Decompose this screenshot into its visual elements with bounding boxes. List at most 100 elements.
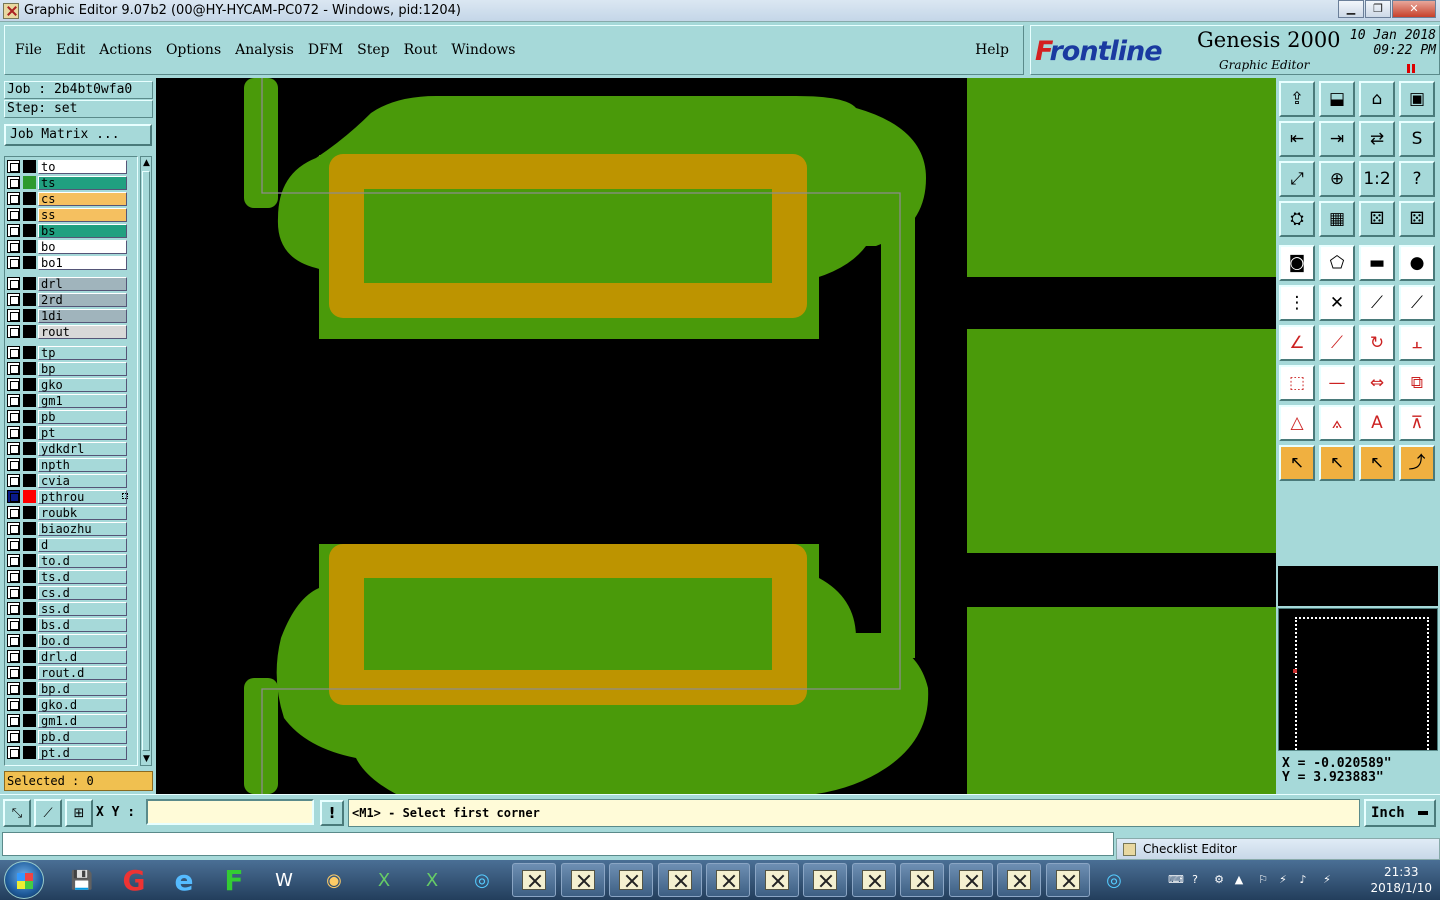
task-window-button[interactable]	[900, 863, 944, 897]
layer-row[interactable]: gko.d	[7, 697, 127, 712]
layer-row[interactable]: bs.d	[7, 617, 127, 632]
layer-name[interactable]: bo.d	[38, 633, 127, 648]
layer-name[interactable]: tp	[38, 345, 127, 360]
power-icon[interactable]: ⚡	[1276, 873, 1290, 887]
layer-color-swatch[interactable]	[23, 682, 36, 695]
layer-color-swatch[interactable]	[23, 698, 36, 711]
layer-checkbox[interactable]	[7, 426, 20, 439]
layer-row[interactable]: pb	[7, 409, 127, 424]
layer-checkbox[interactable]	[7, 490, 20, 503]
maximize-icon[interactable]: ❐	[1365, 0, 1391, 18]
layer-name[interactable]: d	[38, 537, 127, 552]
layer-color-swatch[interactable]	[23, 538, 36, 551]
menu-edit[interactable]: Edit	[56, 42, 85, 58]
speaker-icon[interactable]: ♪	[1296, 873, 1310, 887]
layer-color-swatch[interactable]	[23, 394, 36, 407]
app-f-icon[interactable]: F	[212, 863, 256, 897]
scroll-up-icon[interactable]: ▲	[142, 158, 151, 168]
layer-checkbox[interactable]	[7, 277, 20, 290]
layer-checkbox[interactable]	[7, 362, 20, 375]
menu-analysis[interactable]: Analysis	[235, 42, 294, 58]
layer-checkbox[interactable]	[7, 240, 20, 253]
layer-row[interactable]: rout	[7, 324, 127, 339]
layer-color-swatch[interactable]	[23, 362, 36, 375]
connect-icon[interactable]: ⋮	[1279, 285, 1315, 321]
layer-name[interactable]: bp	[38, 361, 127, 376]
layer-checkbox[interactable]	[7, 570, 20, 583]
layer-row[interactable]: to.d	[7, 553, 127, 568]
layer-name[interactable]: pt.d	[38, 745, 127, 760]
circle-icon[interactable]: ●	[1399, 245, 1435, 281]
import-icon[interactable]: ⇤	[1279, 121, 1315, 157]
fit-icon[interactable]: ⫠	[1399, 325, 1435, 361]
angle-icon[interactable]: ∠	[1279, 325, 1315, 361]
layer-name[interactable]: ts	[38, 175, 127, 190]
layer-checkbox[interactable]	[7, 176, 20, 189]
layer-color-swatch[interactable]	[23, 554, 36, 567]
layer-color-swatch[interactable]	[23, 746, 36, 759]
zoom-fit-icon[interactable]: ⤢	[1279, 161, 1315, 197]
snap-toggle-icon[interactable]: ⟋	[34, 799, 62, 827]
layer-color-swatch[interactable]	[23, 224, 36, 237]
layer-color-swatch[interactable]	[23, 325, 36, 338]
layer-row[interactable]: ydkdrl	[7, 441, 127, 456]
keyboard-icon[interactable]: ⌨	[1168, 873, 1184, 887]
layer-checkbox[interactable]	[7, 506, 20, 519]
layer-name[interactable]: pb.d	[38, 729, 127, 744]
layer-color-swatch[interactable]	[23, 570, 36, 583]
layer-checkbox[interactable]	[7, 346, 20, 359]
menu-options[interactable]: Options	[166, 42, 221, 58]
slash-icon[interactable]: ⟋	[1319, 325, 1355, 361]
help-icon[interactable]: ?	[1399, 161, 1435, 197]
layer-name[interactable]: 2rd	[38, 292, 127, 307]
layer-row[interactable]: cvia	[7, 473, 127, 488]
task-window-button[interactable]	[1045, 863, 1090, 897]
layer-checkbox[interactable]	[7, 602, 20, 615]
grid-toggle-icon[interactable]: ⊞	[65, 799, 93, 827]
task-window-button[interactable]	[851, 863, 896, 897]
task-window-button[interactable]	[706, 863, 750, 897]
layer-row[interactable]: bp.d	[7, 681, 127, 696]
layer-row[interactable]: cs.d	[7, 585, 127, 600]
layer-name[interactable]: to	[38, 159, 127, 174]
xy-input[interactable]	[146, 799, 314, 825]
menu-actions[interactable]: Actions	[99, 42, 152, 58]
layer-checkbox[interactable]	[7, 325, 20, 338]
layer-color-swatch[interactable]	[23, 506, 36, 519]
layer-name[interactable]: rout.d	[38, 665, 127, 680]
layer-name[interactable]: bo1	[38, 255, 127, 270]
layer-color-swatch[interactable]	[23, 442, 36, 455]
menu-step[interactable]: Step	[357, 42, 389, 58]
layer-name[interactable]: gm1.d	[38, 713, 127, 728]
layer-color-swatch[interactable]	[23, 634, 36, 647]
layer-name[interactable]: cvia	[38, 473, 127, 488]
layer-checkbox[interactable]	[7, 682, 20, 695]
layer-color-swatch[interactable]	[23, 192, 36, 205]
layer-color-swatch[interactable]	[23, 618, 36, 631]
layer-color-swatch[interactable]	[23, 240, 36, 253]
layer-color-swatch[interactable]	[23, 714, 36, 727]
save-icon[interactable]: ⬓	[1319, 81, 1355, 117]
layer-name[interactable]: ydkdrl	[38, 441, 127, 456]
layer-checkbox[interactable]	[7, 714, 20, 727]
home-icon[interactable]: ⌂	[1359, 81, 1395, 117]
layer-checkbox[interactable]	[7, 650, 20, 663]
layer-name[interactable]: ss	[38, 207, 127, 222]
layer-row[interactable]: bs	[7, 223, 127, 238]
layer-row[interactable]: bo.d	[7, 633, 127, 648]
menu-windows[interactable]: Windows	[451, 42, 515, 58]
layer-color-swatch[interactable]	[23, 256, 36, 269]
minus-icon[interactable]: —	[1319, 365, 1355, 401]
grid-icon[interactable]: ▦	[1319, 201, 1355, 237]
layer-name[interactable]: cs.d	[38, 585, 127, 600]
layer-row[interactable]: bo1	[7, 255, 127, 270]
polygon-icon[interactable]: ⬠	[1319, 245, 1355, 281]
layer-name[interactable]: 1di	[38, 308, 127, 323]
task-window-button[interactable]	[512, 863, 556, 897]
export-icon[interactable]: ⇥	[1319, 121, 1355, 157]
layer-name[interactable]: pthrou	[38, 489, 127, 504]
layer-color-swatch[interactable]	[23, 410, 36, 423]
layer-checkbox[interactable]	[7, 192, 20, 205]
layer-color-swatch[interactable]	[23, 346, 36, 359]
layer-row[interactable]: ts	[7, 175, 127, 190]
